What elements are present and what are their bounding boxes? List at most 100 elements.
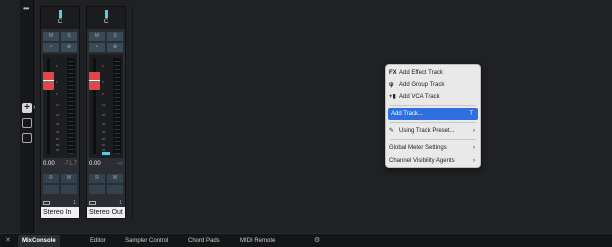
meter-segment [114, 121, 120, 122]
meter-segment [68, 113, 74, 114]
meter-segment [68, 125, 74, 126]
menu-item-label: Add Track... [391, 111, 424, 117]
routing-icon[interactable] [22, 118, 32, 128]
scale-label: 30 [56, 122, 60, 126]
chevron-right-icon: › [473, 128, 475, 134]
group-track-icon: ψ [389, 82, 394, 88]
menu-item-global-meter-settings[interactable]: Global Meter Settings › [386, 142, 480, 154]
meter-segment [114, 145, 120, 146]
tab-sampler-control[interactable]: Sampler Control [121, 235, 172, 247]
meter-segment [68, 93, 74, 94]
pan-indicator[interactable] [105, 10, 108, 18]
menu-item-add-group-track[interactable]: ψ Add Group Track [386, 79, 480, 91]
channel-name[interactable]: Stereo In [41, 207, 79, 218]
volume-fader[interactable] [89, 72, 100, 90]
menu-separator [390, 122, 476, 123]
extra-button[interactable] [61, 185, 77, 194]
scale-label: 0 [102, 80, 104, 84]
extra-button[interactable] [43, 185, 59, 194]
add-track-button[interactable]: + [22, 103, 32, 113]
peak-value[interactable]: -∞ [117, 161, 123, 170]
meter-segment [68, 97, 74, 98]
monitor-button[interactable]: ⊕ [107, 43, 123, 52]
meter-segment [68, 129, 74, 130]
scale-label: 6 [56, 64, 58, 68]
fader-scale: 6 0 6 10 20 30 40 50 60 90 [102, 58, 110, 154]
menu-item-shortcut: T [469, 111, 473, 117]
channel-strip-stereo-out: C M S • ⊕ 6 0 6 10 20 30 40 50 60 90 0.0… [86, 6, 126, 219]
io-row: 1 [89, 200, 123, 207]
write-button[interactable]: W [61, 174, 77, 183]
menu-item-label: Channel Visibility Agents [389, 158, 455, 164]
meter-segment [114, 61, 120, 62]
scale-label: 10 [56, 103, 60, 107]
scale-label: 6 [56, 92, 58, 96]
write-button[interactable]: W [107, 174, 123, 183]
more-options-icon[interactable]: ••• [23, 4, 29, 13]
value-row: 0.00 -71.7 [43, 161, 77, 170]
meter-segment [68, 105, 74, 106]
record-enable-button[interactable]: • [43, 43, 59, 52]
meter-segment [68, 141, 74, 142]
channel-name[interactable]: Stereo Out [87, 207, 125, 218]
meter-segment [68, 145, 74, 146]
scale-label: 20 [102, 113, 106, 117]
monitor-button[interactable]: ⊕ [61, 43, 77, 52]
mute-button[interactable]: M [43, 32, 59, 41]
tab-chord-pads[interactable]: Chord Pads [184, 235, 224, 247]
scale-label: 60 [56, 143, 60, 147]
meter-segment [114, 149, 120, 150]
level-meter [67, 58, 75, 154]
gear-icon[interactable]: ⚙ [314, 236, 320, 244]
read-button[interactable]: R [43, 174, 59, 183]
scale-label: 6 [102, 92, 104, 96]
extra-button[interactable] [107, 185, 123, 194]
meter-segment [114, 101, 120, 102]
scale-label: 0 [56, 80, 58, 84]
menu-item-add-track[interactable]: Add Track... T [388, 108, 478, 120]
tab-midi-remote[interactable]: MIDI Remote [236, 235, 279, 247]
pan-indicator[interactable] [59, 10, 62, 18]
fader-section: 6 0 6 10 20 30 40 50 60 90 [43, 54, 77, 158]
scale-label: 50 [56, 137, 60, 141]
volume-value[interactable]: 0.00 [89, 161, 101, 170]
meter-segment [68, 73, 74, 74]
meter-segment [114, 65, 120, 66]
peak-value[interactable]: -71.7 [63, 161, 77, 170]
menu-item-add-vca-track[interactable]: +▮ Add VCA Track [386, 91, 480, 103]
volume-fader[interactable] [43, 72, 54, 90]
close-icon[interactable]: ✕ [5, 236, 11, 244]
meter-segment [114, 81, 120, 82]
tab-editor[interactable]: Editor [86, 235, 110, 247]
window-icon[interactable] [22, 133, 32, 143]
meter-segment [114, 109, 120, 110]
meter-segment [68, 69, 74, 70]
meter-segment [114, 125, 120, 126]
scale-label: 40 [56, 130, 60, 134]
scale-label: 6 [102, 64, 104, 68]
io-icon[interactable] [89, 201, 96, 205]
io-icon[interactable] [43, 201, 50, 205]
scale-label: 90 [56, 148, 60, 152]
meter-segment [114, 117, 120, 118]
menu-item-using-track-preset[interactable]: ✎ Using Track Preset... › [386, 125, 480, 137]
meter-segment [114, 73, 120, 74]
scale-label: 30 [102, 122, 106, 126]
tab-mixconsole[interactable]: MixConsole [18, 235, 60, 247]
meter-segment [114, 129, 120, 130]
volume-value[interactable]: 0.00 [43, 161, 55, 170]
meter-segment [68, 133, 74, 134]
monitor-row: • ⊕ [43, 43, 77, 52]
menu-item-channel-visibility-agents[interactable]: Channel Visibility Agents › [386, 155, 480, 167]
extra-button[interactable] [89, 185, 105, 194]
mute-button[interactable]: M [89, 32, 105, 41]
menu-item-add-effect-track[interactable]: FX Add Effect Track [386, 67, 480, 79]
channel-strip-stereo-in: C M S • ⊕ 6 0 6 10 20 30 40 50 60 90 0.0… [40, 6, 80, 219]
meter-segment [68, 101, 74, 102]
meter-segment [68, 89, 74, 90]
mute-solo-row: M S [89, 32, 123, 41]
solo-button[interactable]: S [61, 32, 77, 41]
solo-button[interactable]: S [107, 32, 123, 41]
read-button[interactable]: R [89, 174, 105, 183]
record-enable-button[interactable]: • [89, 43, 105, 52]
